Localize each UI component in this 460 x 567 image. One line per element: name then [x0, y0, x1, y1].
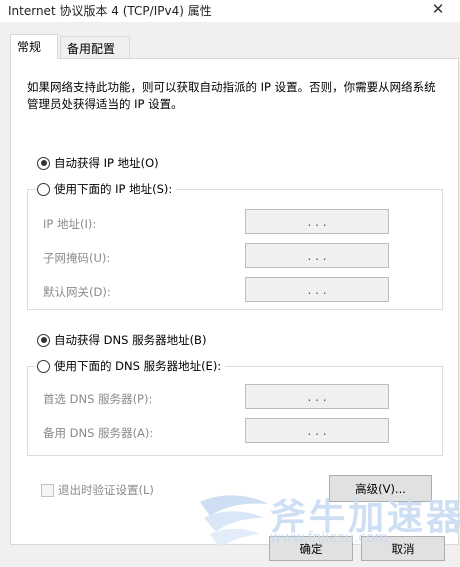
- ip-address-value: . . .: [307, 214, 327, 229]
- cancel-button[interactable]: 取消: [361, 536, 445, 561]
- preferred-dns-label: 首选 DNS 服务器(P):: [43, 392, 153, 406]
- alternate-dns-input[interactable]: . . .: [245, 418, 389, 443]
- ok-button[interactable]: 确定: [269, 536, 353, 561]
- general-panel: 如果网络支持此功能，则可以获取自动指派的 IP 设置。否则，你需要从网络系统管理…: [10, 58, 459, 545]
- title-bar: Internet 协议版本 4 (TCP/IPv4) 属性 ✕: [0, 0, 460, 22]
- ip-auto-label: 自动获得 IP 地址(O): [54, 156, 159, 170]
- validate-on-exit-checkbox[interactable]: 退出时验证设置(L): [41, 482, 154, 498]
- default-gateway-label: 默认网关(D):: [43, 285, 111, 299]
- dns-manual-radio[interactable]: 使用下面的 DNS 服务器地址(E):: [37, 358, 226, 374]
- advanced-button[interactable]: 高级(V)...: [329, 475, 432, 502]
- tab-alternate-config[interactable]: 备用配置: [60, 36, 130, 58]
- validate-on-exit-label: 退出时验证设置(L): [58, 483, 154, 497]
- subnet-mask-input[interactable]: . . .: [245, 243, 389, 268]
- alternate-dns-label: 备用 DNS 服务器(A):: [43, 426, 154, 440]
- preferred-dns-value: . . .: [307, 389, 327, 404]
- radio-checked-icon: [37, 156, 50, 170]
- alternate-dns-value: . . .: [307, 423, 327, 438]
- dns-manual-label: 使用下面的 DNS 服务器地址(E):: [54, 359, 222, 373]
- close-icon[interactable]: ✕: [430, 1, 446, 17]
- radio-checked-icon: [37, 333, 50, 347]
- dns-auto-radio[interactable]: 自动获得 DNS 服务器地址(B): [37, 332, 206, 348]
- checkbox-icon: [41, 483, 54, 497]
- default-gateway-input[interactable]: . . .: [245, 277, 389, 302]
- default-gateway-value: . . .: [307, 282, 327, 297]
- window-title: Internet 协议版本 4 (TCP/IPv4) 属性: [8, 4, 212, 18]
- preferred-dns-input[interactable]: . . .: [245, 384, 389, 409]
- subnet-mask-label: 子网掩码(U):: [43, 251, 111, 265]
- radio-unchecked-icon: [37, 182, 50, 196]
- ip-manual-radio[interactable]: 使用下面的 IP 地址(S):: [37, 181, 177, 197]
- tab-general[interactable]: 常规: [10, 34, 58, 59]
- ip-address-label: IP 地址(I):: [43, 217, 97, 231]
- ip-auto-radio[interactable]: 自动获得 IP 地址(O): [37, 155, 159, 171]
- description-text: 如果网络支持此功能，则可以获取自动指派的 IP 设置。否则，你需要从网络系统管理…: [27, 80, 436, 111]
- radio-unchecked-icon: [37, 359, 50, 373]
- dns-auto-label: 自动获得 DNS 服务器地址(B): [54, 333, 207, 347]
- dialog-body: 常规 备用配置 如果网络支持此功能，则可以获取自动指派的 IP 设置。否则，你需…: [0, 22, 460, 567]
- ip-manual-label: 使用下面的 IP 地址(S):: [54, 182, 173, 196]
- subnet-mask-value: . . .: [307, 248, 327, 263]
- ip-address-input[interactable]: . . .: [245, 209, 389, 234]
